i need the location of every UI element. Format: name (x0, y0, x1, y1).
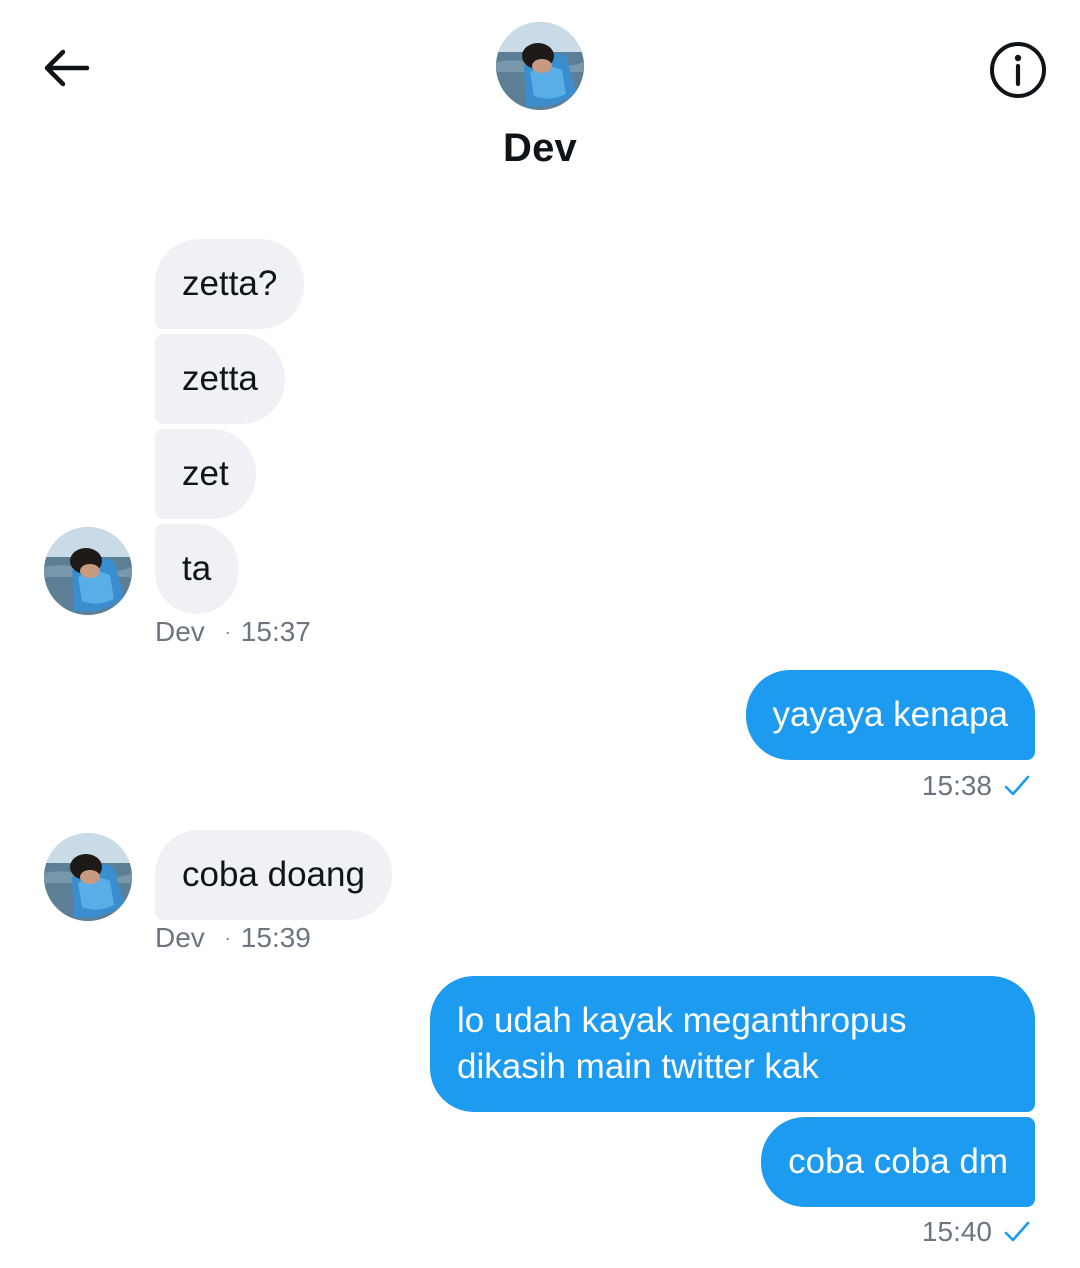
sender-avatar[interactable] (44, 527, 132, 615)
arrow-left-icon (37, 46, 93, 95)
sender-name: Dev (155, 922, 205, 953)
incoming-message-bubble[interactable]: zet (155, 429, 256, 519)
outgoing-message-bubble[interactable]: yayaya kenapa (745, 670, 1035, 760)
back-button[interactable] (30, 40, 100, 100)
info-circle-icon (988, 40, 1048, 105)
sender-name: Dev (155, 616, 205, 647)
meta-separator: · (224, 927, 231, 948)
message-timestamp: 15:40 (921, 1216, 992, 1247)
message-meta: Dev · 15:37 (155, 616, 311, 648)
incoming-message-bubble[interactable]: coba doang (155, 830, 392, 920)
outgoing-message-bubble[interactable]: coba coba dm (761, 1117, 1035, 1207)
contact-name[interactable]: Dev (340, 126, 740, 171)
sent-check-icon (1002, 1219, 1032, 1245)
meta-separator: · (224, 621, 231, 642)
conversation-info-button[interactable] (986, 40, 1050, 104)
sent-check-icon (1002, 773, 1032, 799)
incoming-message-bubble[interactable]: zetta? (155, 239, 305, 329)
message-meta: Dev · 15:39 (155, 922, 311, 954)
incoming-message-bubble[interactable]: ta (155, 524, 239, 614)
message-timestamp: 15:38 (921, 770, 992, 801)
message-meta: 15:38 (922, 770, 1032, 802)
incoming-message-bubble[interactable]: zetta (155, 334, 285, 424)
message-meta: 15:40 (922, 1216, 1032, 1248)
message-timestamp: 15:39 (240, 922, 311, 953)
message-timestamp: 15:37 (240, 616, 311, 647)
sender-avatar[interactable] (44, 833, 132, 921)
contact-avatar[interactable] (496, 22, 584, 110)
outgoing-message-bubble[interactable]: lo udah kayak meganthropus dikasih main … (430, 976, 1035, 1112)
